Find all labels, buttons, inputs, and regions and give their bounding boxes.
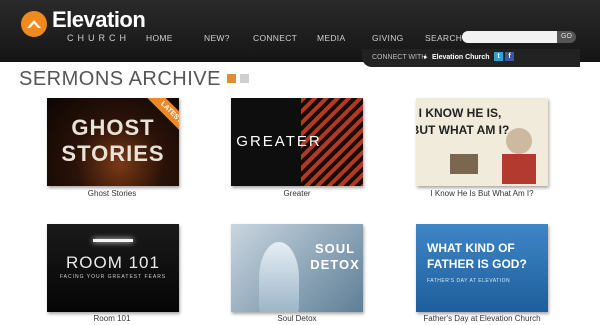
nav-media[interactable]: MEDIA — [317, 33, 345, 43]
page-title: SERMONS ARCHIVE — [19, 68, 221, 90]
thumbnail-title-line: I KNOW HE IS, — [418, 106, 502, 120]
sermon-title-link[interactable]: Soul Detox — [207, 314, 387, 324]
facebook-icon[interactable]: f — [505, 52, 514, 61]
arrow-right-icon: ▸ — [424, 54, 428, 61]
sermon-thumbnail-soul-detox[interactable]: SOUL DETOX — [231, 224, 363, 312]
nav-new[interactable]: NEW? — [204, 33, 230, 43]
sermon-thumbnail-greater[interactable]: GREATER — [231, 98, 363, 186]
figure-head-illustration — [506, 128, 532, 154]
sermon-title-link[interactable]: I Know He Is But What Am I? — [392, 189, 572, 199]
sermon-title-link[interactable]: Ghost Stories — [22, 189, 202, 199]
thumbnail-tagline: FATHER'S DAY AT ELEVATION — [427, 278, 511, 284]
list-view-icon[interactable] — [240, 74, 249, 83]
sermon-thumbnail-fathers-day[interactable]: WHAT KIND OF FATHER IS GOD? FATHER'S DAY… — [416, 224, 548, 312]
thumbnail-title-line: DETOX — [310, 257, 360, 272]
thumbnail-title-line: GREATER — [236, 133, 322, 150]
nav-home[interactable]: HOME — [146, 33, 173, 43]
sermon-thumbnail-room-101[interactable]: ROOM 101 FACING YOUR GREATEST FEARS — [47, 224, 179, 312]
ceiling-light — [93, 239, 133, 242]
nav-giving[interactable]: GIVING — [372, 33, 404, 43]
search-input[interactable] — [462, 31, 557, 43]
sermon-thumbnail-i-know-he-is[interactable]: I KNOW HE IS, BUT WHAT AM I? — [416, 98, 548, 186]
search-go-button[interactable]: GO — [557, 31, 576, 43]
figure-body-illustration — [502, 154, 536, 184]
thumbnail-tagline: FACING YOUR GREATEST FEARS — [59, 274, 167, 280]
nav-search-label: SEARCH — [425, 33, 463, 43]
thumbnail-title-line: WHAT KIND OF — [427, 241, 515, 255]
thumbnail-title-line: FATHER IS GOD? — [427, 257, 527, 271]
brand-name[interactable]: Elevation — [52, 8, 146, 32]
elevation-logo-icon[interactable] — [21, 11, 47, 37]
sermon-title-link[interactable]: Room 101 — [22, 314, 202, 324]
connect-church-link[interactable]: Elevation Church — [432, 54, 490, 62]
nav-connect[interactable]: CONNECT — [253, 33, 297, 43]
thumbnail-title-line: ROOM 101 — [66, 253, 160, 272]
radio-illustration — [450, 154, 478, 174]
twitter-icon[interactable]: t — [494, 52, 503, 61]
thumbnail-title-line: SOUL — [314, 241, 356, 256]
thumbnail-title-line: GHOST — [71, 115, 155, 140]
sermon-title-link[interactable]: Greater — [207, 189, 387, 199]
sermon-title-link[interactable]: Father's Day at Elevation Church — [392, 314, 572, 324]
thumbnail-title-line: STORIES — [61, 141, 165, 166]
grid-view-icon[interactable] — [227, 74, 236, 83]
connect-with-label: CONNECT WITH — [372, 54, 427, 61]
sermon-thumbnail-ghost-stories[interactable]: GHOST STORIES LATEST — [47, 98, 179, 186]
brand-subtitle: CHURCH — [67, 33, 130, 43]
